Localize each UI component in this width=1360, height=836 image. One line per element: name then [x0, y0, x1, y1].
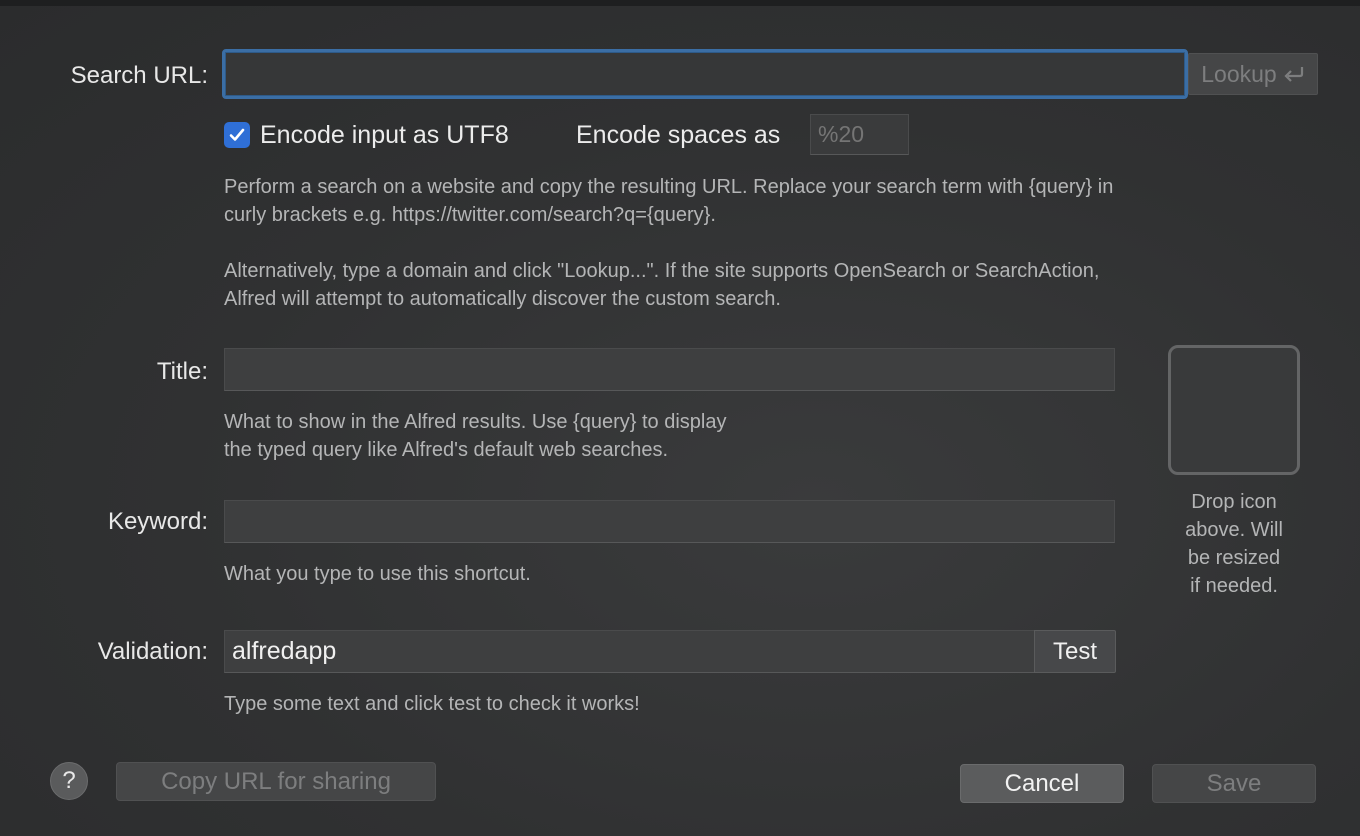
spaces-label: Encode spaces as [576, 121, 781, 149]
return-arrow-icon [1283, 65, 1305, 83]
utf8-checkbox[interactable] [224, 122, 250, 148]
spaces-field[interactable] [810, 114, 909, 155]
search-help-line-4: Alfred will attempt to automatically dis… [224, 288, 781, 310]
keyword-hint: What you type to use this shortcut. [224, 563, 531, 585]
title-field[interactable] [224, 348, 1115, 391]
checkmark-icon [229, 128, 245, 141]
test-button[interactable]: Test [1034, 630, 1116, 673]
title-hint: What to show in the Alfred results. Use … [224, 408, 924, 464]
validation-field[interactable] [224, 630, 1035, 673]
icon-drop-well[interactable] [1168, 345, 1300, 475]
icon-drop-hint: Drop icon above. Will be resized if need… [1150, 488, 1318, 600]
search-help-text: Perform a search on a website and copy t… [224, 173, 1324, 313]
custom-search-sheet: Search URL: Lookup Encode input as UTF8 … [0, 0, 1360, 836]
search-help-line-1: Perform a search on a website and copy t… [224, 176, 1114, 198]
utf8-label: Encode input as UTF8 [260, 121, 509, 149]
validation-input[interactable] [225, 631, 1034, 672]
keyword-field[interactable] [224, 500, 1115, 543]
title-hint-line-1: What to show in the Alfred results. Use … [224, 411, 727, 433]
search-url-field[interactable] [222, 49, 1188, 99]
spaces-input[interactable] [811, 115, 908, 154]
title-hint-line-2: the typed query like Alfred's default we… [224, 439, 669, 461]
help-button[interactable]: ? [50, 762, 88, 800]
search-url-input[interactable] [225, 52, 1185, 96]
validation-label: Validation: [97, 638, 208, 665]
icon-drop-line-2: above. Will [1185, 519, 1283, 541]
search-help-line-2: curly brackets e.g. https://twitter.com/… [224, 204, 716, 226]
search-help-line-3: Alternatively, type a domain and click "… [224, 260, 1100, 282]
validation-hint: Type some text and click test to check i… [224, 693, 640, 715]
copy-url-button[interactable]: Copy URL for sharing [116, 762, 436, 801]
help-icon: ? [62, 767, 76, 794]
icon-drop-line-4: if needed. [1190, 575, 1278, 597]
search-url-label: Search URL: [70, 62, 208, 89]
title-input[interactable] [225, 349, 1114, 390]
lookup-label: Lookup [1201, 60, 1277, 87]
icon-drop-line-3: be resized [1187, 547, 1281, 569]
keyword-input[interactable] [225, 501, 1114, 542]
keyword-label: Keyword: [107, 508, 208, 535]
icon-drop-line-1: Drop icon [1191, 491, 1277, 513]
lookup-button[interactable]: Lookup [1188, 53, 1318, 95]
title-label: Title: [156, 358, 208, 385]
save-button[interactable]: Save [1152, 764, 1316, 803]
cancel-button[interactable]: Cancel [960, 764, 1124, 803]
